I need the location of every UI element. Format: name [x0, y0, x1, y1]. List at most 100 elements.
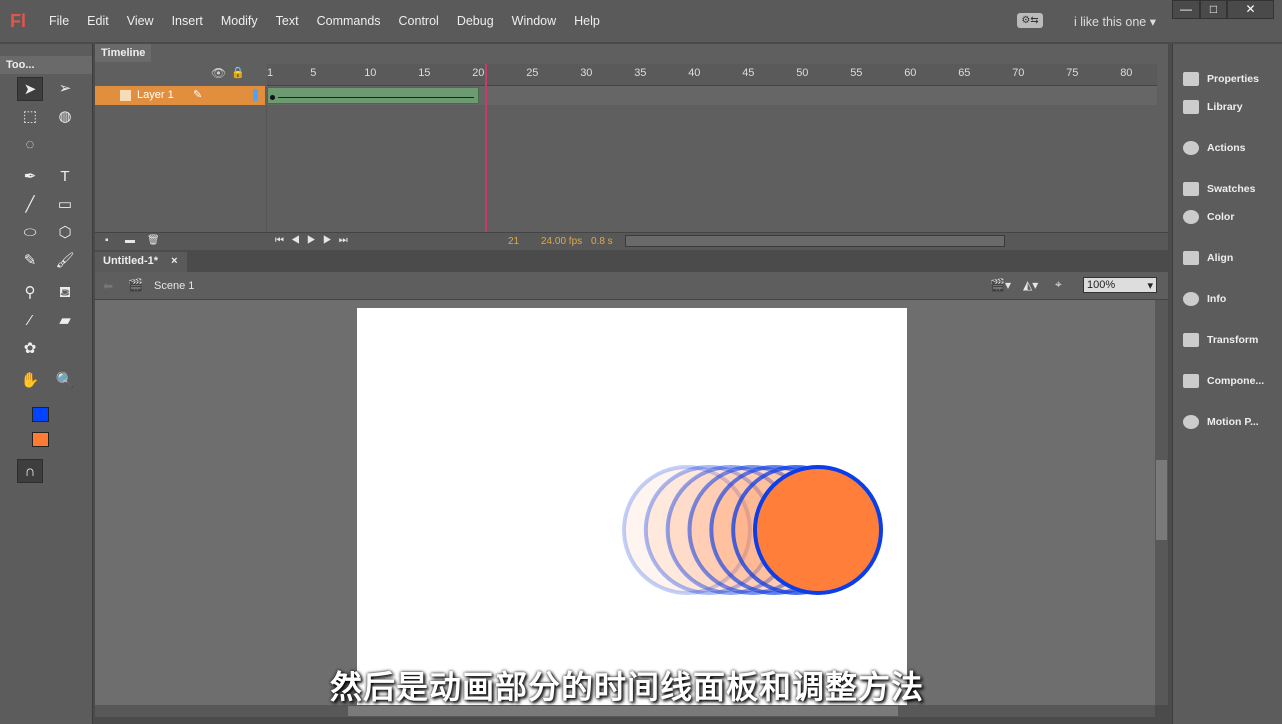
- oval-tool-icon[interactable]: ⬭: [17, 221, 43, 245]
- line-tool-icon[interactable]: ╱: [17, 193, 43, 217]
- workspace-switcher[interactable]: i like this one ▾: [1074, 14, 1156, 29]
- eyedropper-tool-icon[interactable]: ⁄: [17, 309, 43, 333]
- hand-tool-icon[interactable]: ✋: [17, 369, 43, 393]
- layer-outline-color[interactable]: [253, 89, 258, 101]
- free-transform-tool-icon[interactable]: ⬚: [17, 105, 43, 129]
- snap-to-objects-icon[interactable]: ∩: [17, 459, 43, 483]
- back-arrow-icon[interactable]: ⬅: [103, 279, 113, 293]
- zoom-value: 100%: [1087, 279, 1116, 291]
- panel-label: Library: [1207, 101, 1243, 113]
- pasteboard[interactable]: [95, 300, 1155, 705]
- document-tab[interactable]: Untitled-1* ×: [95, 252, 187, 272]
- menu-commands[interactable]: Commands: [308, 14, 390, 28]
- color-icon: [1183, 210, 1199, 224]
- frame-tick: 20: [472, 67, 485, 79]
- playback-controls[interactable]: ⏮◀▶▶⏭: [275, 235, 355, 246]
- eraser-tool-icon[interactable]: ▰: [52, 309, 78, 333]
- rectangle-tool-icon[interactable]: ▭: [52, 193, 78, 217]
- frame-tick: 70: [1012, 67, 1025, 79]
- panel-color[interactable]: Color: [1177, 206, 1279, 228]
- timeline-panel: Timeline 👁 🔒 1 5 10 15 20 25 30 35 40 45 50 55 60 65 7…: [95, 44, 1168, 250]
- subselection-tool-icon[interactable]: ➢: [52, 77, 78, 101]
- circle-shape[interactable]: [753, 465, 883, 595]
- lasso-tool-icon[interactable]: ◌: [17, 133, 43, 157]
- close-button[interactable]: ✕: [1227, 0, 1274, 19]
- menu-text[interactable]: Text: [267, 14, 308, 28]
- frame-tick: 5: [310, 67, 317, 79]
- panel-info[interactable]: Info: [1177, 288, 1279, 310]
- center-stage-icon[interactable]: ⌖: [1055, 277, 1062, 292]
- zoom-select[interactable]: 100% ▾: [1083, 277, 1157, 293]
- frame-tick: 55: [850, 67, 863, 79]
- edit-symbols-icon[interactable]: ◭▾: [1023, 278, 1038, 292]
- eye-icon[interactable]: 👁: [211, 66, 226, 80]
- paint-bucket-tool-icon[interactable]: ⛾: [52, 281, 78, 305]
- fill-color-swatch[interactable]: [32, 432, 49, 447]
- panel-motion-presets[interactable]: Motion P...: [1177, 411, 1279, 433]
- menu-insert[interactable]: Insert: [163, 14, 212, 28]
- app-logo: Fl: [10, 10, 26, 31]
- frame-tick: 10: [364, 67, 377, 79]
- panel-label: Properties: [1207, 73, 1259, 85]
- panel-actions[interactable]: Actions: [1177, 137, 1279, 159]
- menu-window[interactable]: Window: [503, 14, 565, 28]
- new-layer-icon[interactable]: ▪: [105, 235, 109, 246]
- menu-view[interactable]: View: [118, 14, 163, 28]
- layer-name[interactable]: Layer 1: [137, 89, 174, 101]
- menu-modify[interactable]: Modify: [212, 14, 267, 28]
- frame-rate[interactable]: 24.00 fps: [541, 236, 582, 247]
- text-tool-icon[interactable]: T: [52, 165, 78, 189]
- motion-tween-span[interactable]: [267, 87, 479, 104]
- layer-row[interactable]: Layer 1 ✎: [95, 86, 265, 105]
- frame-tick: 30: [580, 67, 593, 79]
- frame-ruler[interactable]: 1 5 10 15 20 25 30 35 40 45 50 55 60 65 70 75 80: [267, 64, 1157, 86]
- pen-tool-icon[interactable]: ✒: [17, 165, 43, 189]
- menu-edit[interactable]: Edit: [78, 14, 118, 28]
- delete-layer-icon[interactable]: 🗑: [147, 235, 160, 246]
- 3d-rotation-tool-icon[interactable]: ◍: [52, 105, 78, 129]
- stage-vscrollbar[interactable]: [1155, 300, 1168, 705]
- frame-tick: 25: [526, 67, 539, 79]
- selection-tool-icon[interactable]: ➤: [17, 77, 43, 101]
- panel-swatches[interactable]: Swatches: [1177, 178, 1279, 200]
- playhead[interactable]: [485, 64, 487, 234]
- maximize-button[interactable]: □: [1200, 0, 1227, 19]
- current-frame[interactable]: 21: [508, 236, 519, 247]
- close-tab-icon[interactable]: ×: [171, 255, 177, 267]
- edit-scene-icon[interactable]: 🎬▾: [990, 278, 1011, 292]
- stage[interactable]: [357, 308, 907, 705]
- frames-area[interactable]: [267, 86, 1157, 105]
- keyframe[interactable]: [270, 95, 275, 100]
- panel-components[interactable]: Compone...: [1177, 370, 1279, 392]
- timeline-hscrollbar[interactable]: [625, 235, 1005, 247]
- frame-tick: 75: [1066, 67, 1079, 79]
- frame-tick: 80: [1120, 67, 1133, 79]
- scene-icon: 🎬: [128, 278, 143, 292]
- gear-icon[interactable]: ⚙⇆: [1017, 13, 1043, 28]
- polystar-tool-icon[interactable]: ⬡: [52, 221, 78, 245]
- minimize-button[interactable]: —: [1172, 0, 1200, 19]
- panel-align[interactable]: Align: [1177, 247, 1279, 269]
- new-folder-icon[interactable]: ▬: [125, 235, 135, 246]
- panel-label: Swatches: [1207, 183, 1256, 195]
- brush-tool-icon[interactable]: 🖌: [52, 249, 78, 273]
- deco-tool-icon[interactable]: ✿: [17, 337, 43, 361]
- stroke-color-swatch[interactable]: [32, 407, 49, 422]
- scene-name[interactable]: Scene 1: [154, 280, 194, 292]
- frame-tick: 1: [267, 67, 274, 79]
- lock-icon[interactable]: 🔒: [231, 66, 245, 79]
- bone-tool-icon[interactable]: ⚲: [17, 281, 43, 305]
- menu-debug[interactable]: Debug: [448, 14, 503, 28]
- pencil-tool-icon[interactable]: ✎: [17, 249, 43, 273]
- menu-file[interactable]: File: [40, 14, 78, 28]
- timeline-tab[interactable]: Timeline: [95, 44, 151, 62]
- zoom-tool-icon[interactable]: 🔍: [52, 369, 78, 393]
- panel-properties[interactable]: Properties: [1177, 68, 1279, 90]
- menu-help[interactable]: Help: [565, 14, 609, 28]
- panel-library[interactable]: Library: [1177, 96, 1279, 118]
- menu-control[interactable]: Control: [390, 14, 448, 28]
- panel-transform[interactable]: Transform: [1177, 329, 1279, 351]
- divider: [266, 105, 267, 232]
- swatches-icon: [1183, 182, 1199, 196]
- frame-tick: 45: [742, 67, 755, 79]
